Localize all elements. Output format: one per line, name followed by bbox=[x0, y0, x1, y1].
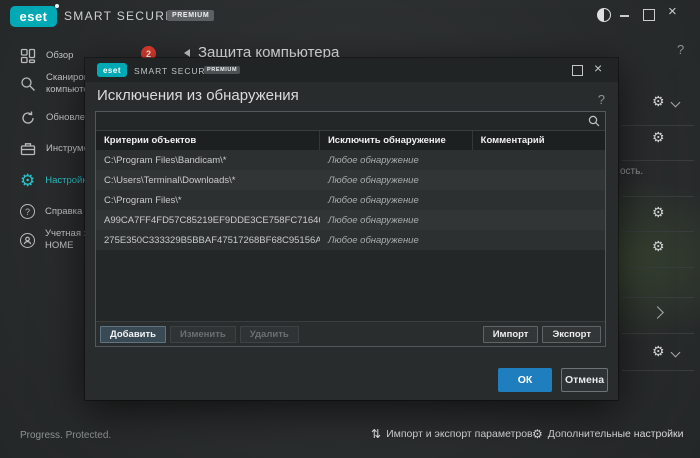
import-export-label: Импорт и экспорт параметров bbox=[386, 428, 533, 440]
update-refresh-icon bbox=[20, 110, 36, 126]
chevron-right-icon[interactable] bbox=[651, 306, 664, 319]
dialog-actions: ОК Отмена bbox=[85, 368, 618, 392]
criteria-cell: 275E350C333329B5BBAF47517268BF68C95156A6 bbox=[96, 235, 320, 246]
table-header: Критерии объектов Исключить обнаружение … bbox=[96, 131, 605, 150]
criteria-cell: C:\Program Files\* bbox=[96, 195, 320, 206]
premium-badge: PREMIUM bbox=[167, 10, 214, 21]
eset-logo: eset bbox=[97, 63, 127, 77]
back-icon[interactable] bbox=[184, 49, 190, 57]
column-header-exclusion[interactable]: Исключить обнаружение bbox=[320, 131, 473, 150]
dialog-maximize-button[interactable] bbox=[572, 65, 583, 76]
exclusion-cell: Любое обнаружение bbox=[320, 155, 473, 166]
help-circle-icon: ? bbox=[20, 204, 35, 219]
ok-button[interactable]: ОК bbox=[498, 368, 552, 392]
eset-logo-text: eset bbox=[19, 9, 47, 24]
row-divider bbox=[622, 267, 694, 268]
search-icon bbox=[588, 115, 600, 127]
exclusion-cell: Любое обнаружение bbox=[320, 235, 473, 246]
row-divider bbox=[622, 125, 694, 126]
eset-logo-text: eset bbox=[103, 66, 121, 75]
dialog-help-icon[interactable]: ? bbox=[598, 92, 605, 107]
cancel-button[interactable]: Отмена bbox=[561, 368, 608, 392]
edit-button[interactable]: Изменить bbox=[170, 326, 236, 343]
exclusion-cell: Любое обнаружение bbox=[320, 175, 473, 186]
maximize-button[interactable] bbox=[643, 9, 655, 21]
sidebar-item-overview[interactable]: Обзор bbox=[20, 48, 73, 64]
chevron-down-icon[interactable] bbox=[671, 348, 681, 358]
module-gear-icon[interactable]: ⚙ bbox=[652, 130, 665, 144]
minimize-button[interactable] bbox=[618, 7, 632, 21]
module-gear-icon[interactable]: ⚙ bbox=[652, 205, 665, 219]
settings-gear-icon: ⚙ bbox=[20, 173, 35, 189]
app-window: eset SMART SECURITY PREMIUM × Обзор Скан… bbox=[0, 0, 700, 458]
row-divider bbox=[622, 231, 694, 232]
dialog-title: Исключения из обнаружения bbox=[97, 87, 299, 104]
delete-button[interactable]: Удалить bbox=[240, 326, 299, 343]
advanced-settings-link[interactable]: ⚙ Дополнительные настройки bbox=[532, 428, 684, 440]
table-row[interactable]: C:\Program Files\* Любое обнаружение bbox=[96, 190, 605, 210]
table-row[interactable]: A99CA7FF4FD57C85219EF9DDE3CE758FC7164631… bbox=[96, 210, 605, 230]
column-header-criteria[interactable]: Критерии объектов bbox=[96, 131, 320, 150]
exclusion-cell: Любое обнаружение bbox=[320, 215, 473, 226]
module-gear-icon[interactable]: ⚙ bbox=[652, 344, 665, 358]
row-divider bbox=[622, 297, 694, 298]
import-export-icon: ⇅ bbox=[371, 428, 381, 440]
truncated-text-fragment: ость. bbox=[620, 166, 643, 177]
exclusions-dialog: eset SMART SECURITY PREMIUM × Исключения… bbox=[85, 58, 618, 400]
export-button[interactable]: Экспорт bbox=[542, 326, 601, 343]
exclusion-cell: Любое обнаружение bbox=[320, 195, 473, 206]
close-button[interactable]: × bbox=[668, 3, 677, 20]
dialog-close-button[interactable]: × bbox=[594, 60, 602, 76]
row-divider bbox=[622, 333, 694, 334]
eset-logo: eset bbox=[10, 6, 57, 27]
overview-icon bbox=[20, 48, 36, 64]
module-gear-icon[interactable]: ⚙ bbox=[652, 94, 665, 108]
row-divider bbox=[622, 370, 694, 371]
table-row[interactable]: C:\Program Files\Bandicam\* Любое обнару… bbox=[96, 150, 605, 170]
exclusions-panel: Критерии объектов Исключить обнаружение … bbox=[95, 111, 606, 347]
status-text: Progress. Protected. bbox=[20, 430, 111, 441]
sidebar-item-settings[interactable]: ⚙ Настройки bbox=[20, 173, 92, 189]
import-button[interactable]: Импорт bbox=[483, 326, 539, 343]
criteria-cell: A99CA7FF4FD57C85219EF9DDE3CE758FC7164631 bbox=[96, 215, 320, 226]
dialog-titlebar: eset SMART SECURITY PREMIUM × bbox=[85, 58, 618, 82]
tools-briefcase-icon bbox=[20, 141, 36, 157]
table-toolbar: Добавить Изменить Удалить Импорт Экспорт bbox=[96, 321, 605, 346]
import-export-settings-link[interactable]: ⇅ Импорт и экспорт параметров bbox=[371, 428, 533, 440]
row-divider bbox=[622, 196, 694, 197]
row-divider bbox=[622, 160, 694, 161]
criteria-cell: C:\Program Files\Bandicam\* bbox=[96, 155, 320, 166]
page-help-icon[interactable]: ? bbox=[677, 42, 684, 57]
criteria-cell: C:\Users\Terminal\Downloads\* bbox=[96, 175, 320, 186]
scan-search-icon bbox=[20, 76, 36, 92]
table-row[interactable]: C:\Users\Terminal\Downloads\* Любое обна… bbox=[96, 170, 605, 190]
account-person-icon bbox=[20, 233, 35, 248]
table-row[interactable]: 275E350C333329B5BBAF47517268BF68C95156A6… bbox=[96, 230, 605, 250]
advanced-gear-icon: ⚙ bbox=[532, 428, 543, 440]
module-gear-icon[interactable]: ⚙ bbox=[652, 239, 665, 253]
table-body: C:\Program Files\Bandicam\* Любое обнару… bbox=[96, 150, 605, 250]
eset-logo-dot bbox=[55, 4, 59, 8]
sidebar-item-label: Обзор bbox=[46, 50, 73, 62]
theme-toggle-icon[interactable] bbox=[597, 8, 611, 22]
add-button[interactable]: Добавить bbox=[100, 326, 166, 343]
column-header-comment[interactable]: Комментарий bbox=[473, 131, 605, 150]
search-input[interactable] bbox=[96, 112, 605, 131]
advanced-label: Дополнительные настройки bbox=[548, 428, 684, 440]
premium-badge: PREMIUM bbox=[204, 66, 240, 74]
chevron-down-icon[interactable] bbox=[671, 98, 681, 108]
